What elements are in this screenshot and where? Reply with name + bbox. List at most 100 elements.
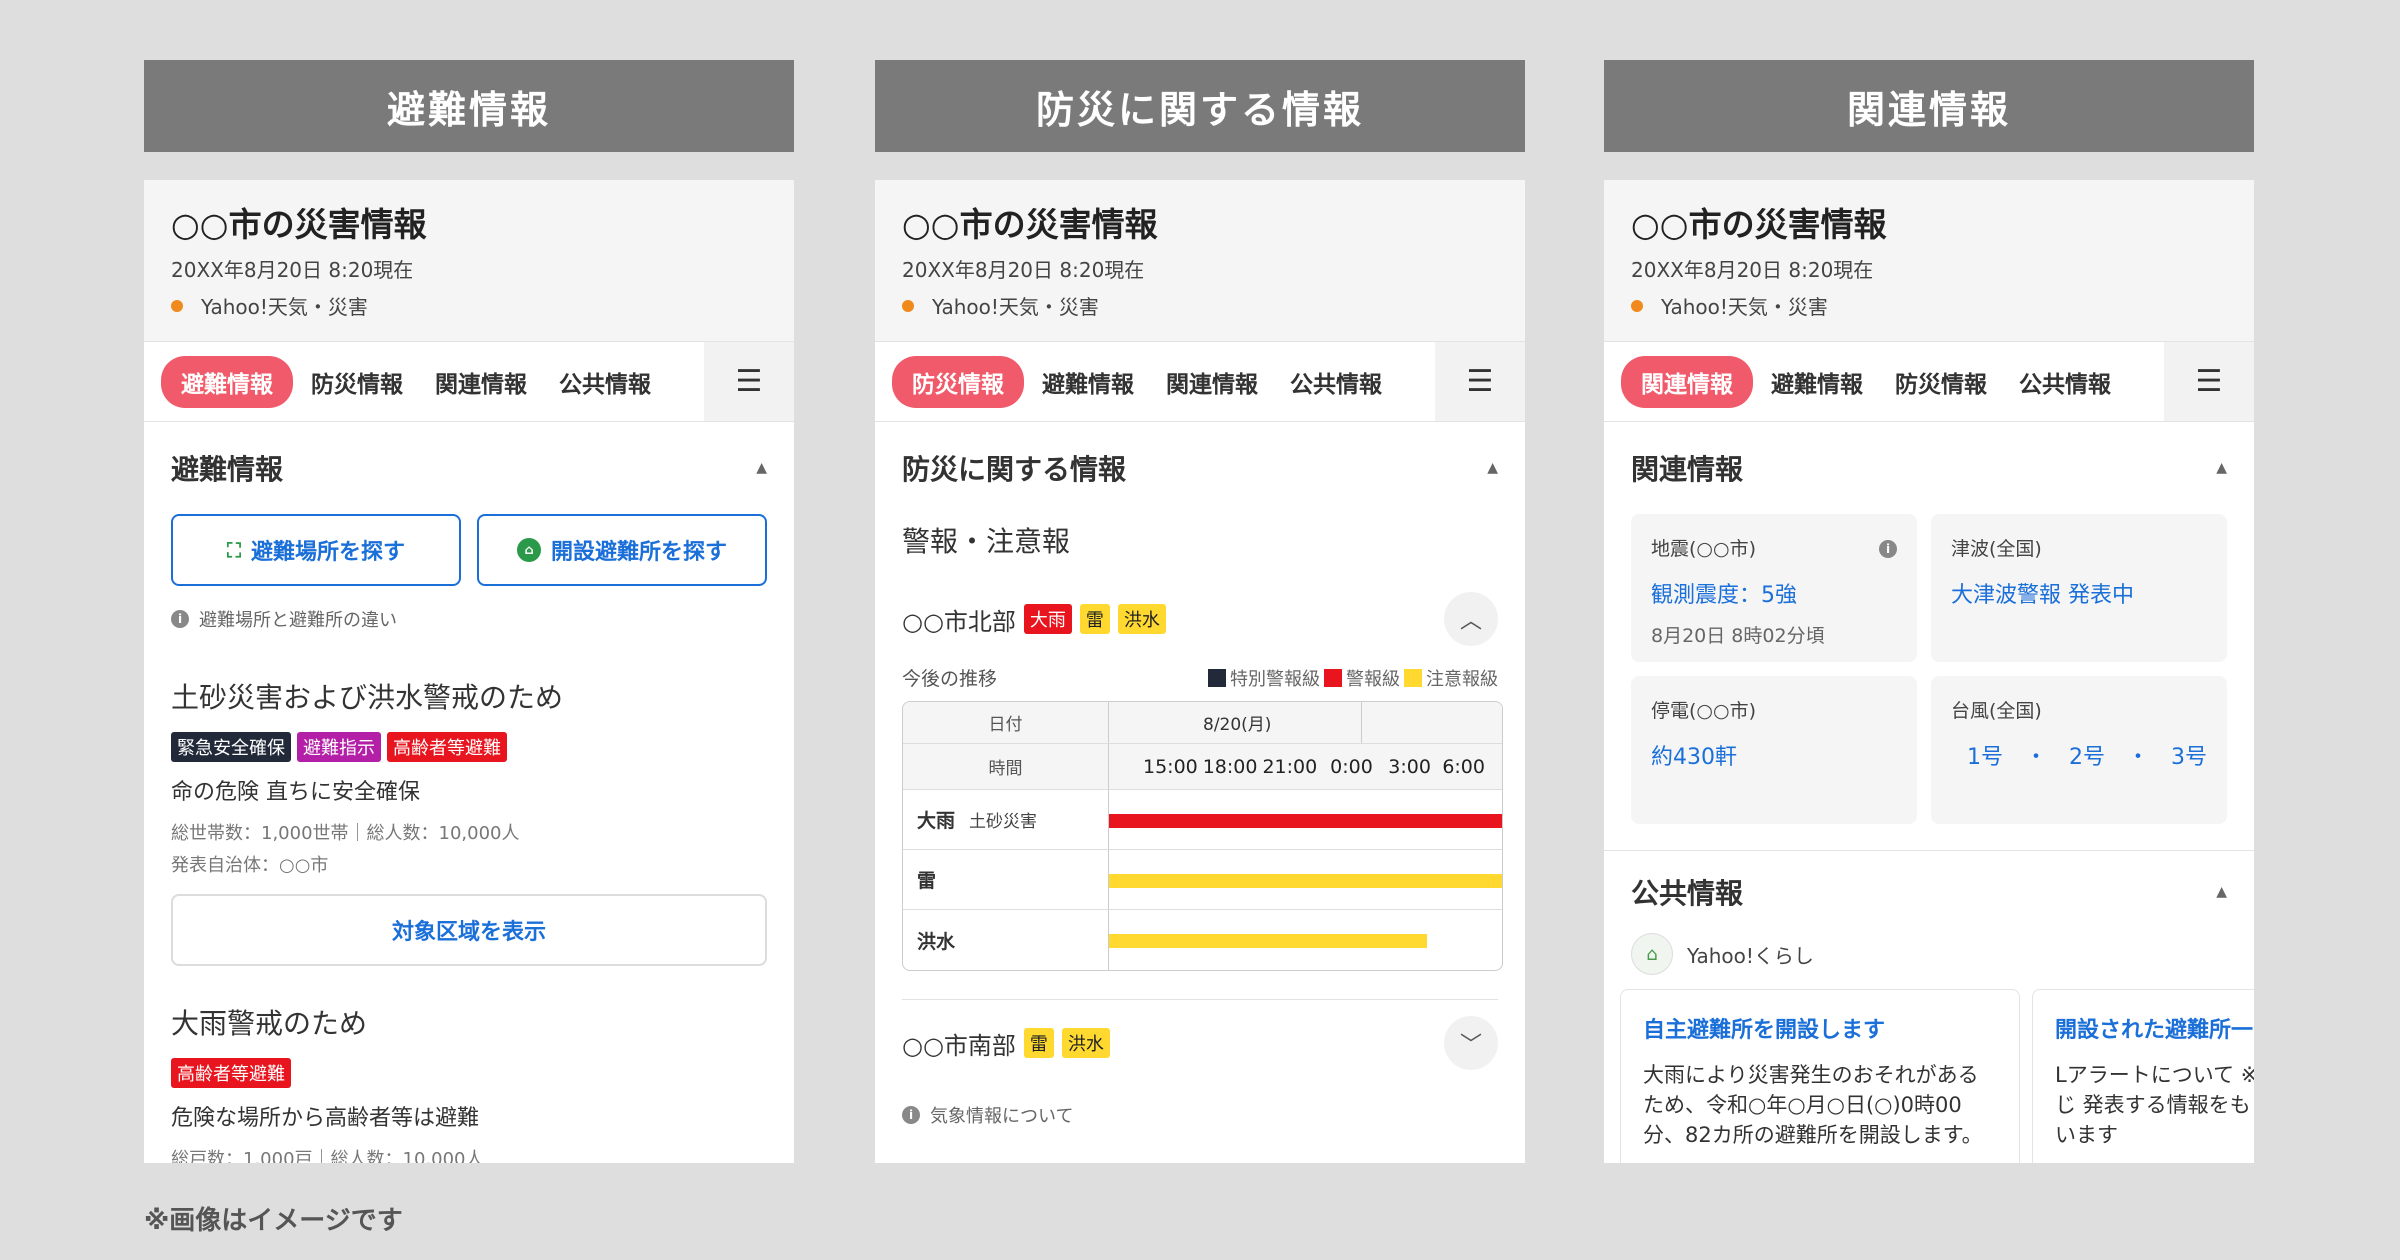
difference-link[interactable]: i 避難場所と避難所の違い bbox=[171, 606, 767, 632]
tab-evacuation[interactable]: 避難情報 bbox=[1771, 365, 1863, 399]
tag-flood: 洪水 bbox=[1117, 604, 1166, 634]
tab-public[interactable]: 公共情報 bbox=[1290, 365, 1382, 399]
menu-icon[interactable]: ☰ bbox=[704, 342, 794, 421]
card-value[interactable]: 観測震度：5強 bbox=[1651, 577, 1897, 609]
section-header[interactable]: 避難情報 ▲ bbox=[144, 422, 794, 514]
tag-heavy-rain: 大雨 bbox=[1023, 604, 1072, 634]
column-heading: 関連情報 bbox=[1604, 60, 2254, 152]
tab-disaster[interactable]: 防災情報 bbox=[1895, 365, 1987, 399]
card-value[interactable]: 大津波警報 発表中 bbox=[1951, 577, 2207, 609]
tab-related[interactable]: 関連情報 bbox=[1621, 355, 1753, 408]
public-card-body: 大雨により災害発生のおそれがあるため、令和○年○月○日(○)0時00分、82カ所… bbox=[1643, 1063, 1983, 1147]
info-icon: i bbox=[902, 1106, 920, 1124]
shelter-buttons: ⛶ 避難場所を探す ⌂ 開設避難所を探す bbox=[171, 514, 767, 586]
card-value[interactable]: 約430軒 bbox=[1651, 739, 1897, 771]
shelter-icon: ⛶ bbox=[226, 538, 241, 562]
tab-related[interactable]: 関連情報 bbox=[435, 365, 527, 399]
tag-elderly-evacuation: 高齢者等避難 bbox=[387, 732, 507, 762]
typhoon-card[interactable]: 台風(全国) 1号 ・ 2号 ・ 3号 bbox=[1931, 676, 2227, 824]
public-card[interactable]: 開設された避難所一 Lアラートについて ※Lアラートを通じ 発表する情報をもと … bbox=[2032, 989, 2254, 1163]
page-title: ○○市の災害情報 bbox=[1631, 205, 1887, 244]
find-open-shelter-button[interactable]: ⌂ 開設避難所を探す bbox=[477, 514, 767, 586]
earthquake-card[interactable]: 地震(○○市) i 観測震度：5強 8月20日 8時02分頃 bbox=[1631, 514, 1917, 662]
legend-advisory: 注意報級 bbox=[1426, 668, 1498, 690]
public-cards: 自主避難所を開設します 大雨により災害発生のおそれがあるため、令和○年○月○日(… bbox=[1604, 989, 2254, 1163]
tab-bar: 防災情報 避難情報 関連情報 公共情報 ☰ bbox=[875, 342, 1525, 422]
table-row: 雷 bbox=[903, 850, 1502, 910]
tab-public[interactable]: 公共情報 bbox=[559, 365, 651, 399]
updated-time: 20XX年8月20日 8:20現在 bbox=[171, 258, 414, 282]
find-shelter-button[interactable]: ⛶ 避難場所を探す bbox=[171, 514, 461, 586]
power-outage-card[interactable]: 停電(○○市) 約430軒 bbox=[1631, 676, 1917, 824]
chevron-down-icon[interactable]: ﹀ bbox=[1444, 1016, 1498, 1070]
public-card-title[interactable]: 開設された避難所一 bbox=[2055, 1012, 2254, 1044]
row-name: 大雨 bbox=[917, 810, 956, 832]
phone-screen: ○○市の災害情報 20XX年8月20日 8:20現在 Yahoo!天気・災害 避… bbox=[144, 180, 794, 1163]
alert-subtitle-2: 危険な場所から高齢者等は避難 bbox=[171, 1106, 480, 1131]
time-cell: 21:00 bbox=[1262, 755, 1318, 778]
section-header[interactable]: 関連情報 ▲ bbox=[1604, 422, 2254, 514]
public-card-title[interactable]: 自主避難所を開設します bbox=[1643, 1012, 1997, 1044]
collapse-icon[interactable]: ▲ bbox=[2216, 460, 2227, 476]
source-label: Yahoo!天気・災害 bbox=[932, 295, 1099, 319]
alert-title: 土砂災害および洪水警戒のため bbox=[171, 681, 564, 714]
info-icon[interactable]: i bbox=[1879, 540, 1897, 558]
alert-meta-issuer: 発表自治体：○○市 bbox=[171, 855, 329, 876]
tag-elderly-evacuation: 高齢者等避難 bbox=[171, 1058, 291, 1088]
bar-thunder bbox=[1109, 874, 1502, 888]
info-icon: i bbox=[171, 610, 189, 628]
card-value[interactable]: 1号 ・ 2号 ・ 3号 bbox=[1951, 739, 2207, 771]
card-label: 津波(全国) bbox=[1951, 538, 2042, 560]
tag-evacuation-order: 避難指示 bbox=[297, 732, 381, 762]
legend: 特別警報級 警報級 注意報級 bbox=[1208, 665, 1498, 691]
table-row: 洪水 bbox=[903, 910, 1502, 970]
time-label: 時間 bbox=[903, 744, 1109, 789]
tab-evacuation[interactable]: 避難情報 bbox=[161, 355, 293, 408]
page-header: ○○市の災害情報 20XX年8月20日 8:20現在 Yahoo!天気・災害 bbox=[875, 180, 1525, 342]
collapse-icon[interactable]: ▲ bbox=[756, 460, 767, 476]
menu-icon[interactable]: ☰ bbox=[1435, 342, 1525, 421]
yahoo-kurashi-icon: ⌂ bbox=[1631, 933, 1673, 975]
section-header[interactable]: 防災に関する情報 ▲ bbox=[875, 422, 1525, 514]
collapse-icon[interactable]: ▲ bbox=[1487, 460, 1498, 476]
card-label: 地震(○○市) bbox=[1651, 538, 1756, 560]
show-area-button[interactable]: 対象区域を表示 bbox=[171, 894, 767, 966]
tab-evacuation[interactable]: 避難情報 bbox=[1042, 365, 1134, 399]
updated-time: 20XX年8月20日 8:20現在 bbox=[1631, 258, 1874, 282]
region-south-row[interactable]: ○○市南部 雷 洪水 ﹀ bbox=[902, 1016, 1498, 1070]
time-cell: 18:00 bbox=[1202, 755, 1258, 778]
region-north-row[interactable]: ○○市北部 大雨 雷 洪水 ︿ bbox=[902, 592, 1498, 646]
yahoo-weather-icon bbox=[1631, 299, 1643, 312]
section-title: 公共情報 bbox=[1631, 877, 1744, 910]
column-heading: 防災に関する情報 bbox=[875, 60, 1525, 152]
tsunami-card[interactable]: 津波(全国) 大津波警報 発表中 bbox=[1931, 514, 2227, 662]
kurashi-label: Yahoo!くらし bbox=[1687, 943, 1814, 968]
time-cell: 3:00 bbox=[1388, 755, 1431, 778]
alert-tags: 緊急安全確保 避難指示 高齢者等避難 bbox=[171, 732, 767, 762]
tab-disaster[interactable]: 防災情報 bbox=[892, 355, 1024, 408]
public-section-header[interactable]: 公共情報 ▲ bbox=[1604, 851, 2254, 933]
legend-swatch-warning bbox=[1324, 668, 1342, 687]
tag-thunder: 雷 bbox=[1079, 604, 1110, 634]
table-date-row: 日付 8/20(月) bbox=[903, 702, 1502, 744]
row-name: 雷 bbox=[903, 850, 1109, 909]
date-label: 日付 bbox=[903, 702, 1109, 743]
card-time: 8月20日 8時02分頃 bbox=[1651, 625, 1825, 647]
alert-tags-2: 高齢者等避難 bbox=[171, 1058, 767, 1088]
table-row: 大雨 土砂災害 bbox=[903, 790, 1502, 850]
tab-disaster[interactable]: 防災情報 bbox=[311, 365, 403, 399]
alert-meta: 総世帯数：1,000世帯｜総人数：10,000人 発表自治体：○○市 bbox=[171, 818, 767, 882]
yahoo-weather-icon bbox=[171, 299, 183, 312]
weather-info-link[interactable]: i 気象情報について bbox=[902, 1102, 1498, 1128]
time-cell: 15:00 bbox=[1143, 755, 1198, 778]
bar-heavy-rain bbox=[1109, 814, 1502, 828]
tab-related[interactable]: 関連情報 bbox=[1166, 365, 1258, 399]
section-title: 避難情報 bbox=[171, 453, 284, 486]
chevron-up-icon[interactable]: ︿ bbox=[1444, 592, 1498, 646]
menu-icon[interactable]: ☰ bbox=[2164, 342, 2254, 421]
forecast-table: 日付 8/20(月) 時間 15:00 18:00 21:00 0:00 3:0… bbox=[902, 701, 1503, 971]
tab-bar: 関連情報 避難情報 防災情報 公共情報 ☰ bbox=[1604, 342, 2254, 422]
public-card[interactable]: 自主避難所を開設します 大雨により災害発生のおそれがあるため、令和○年○月○日(… bbox=[1620, 989, 2020, 1163]
collapse-icon[interactable]: ▲ bbox=[2216, 884, 2227, 900]
tab-public[interactable]: 公共情報 bbox=[2019, 365, 2111, 399]
